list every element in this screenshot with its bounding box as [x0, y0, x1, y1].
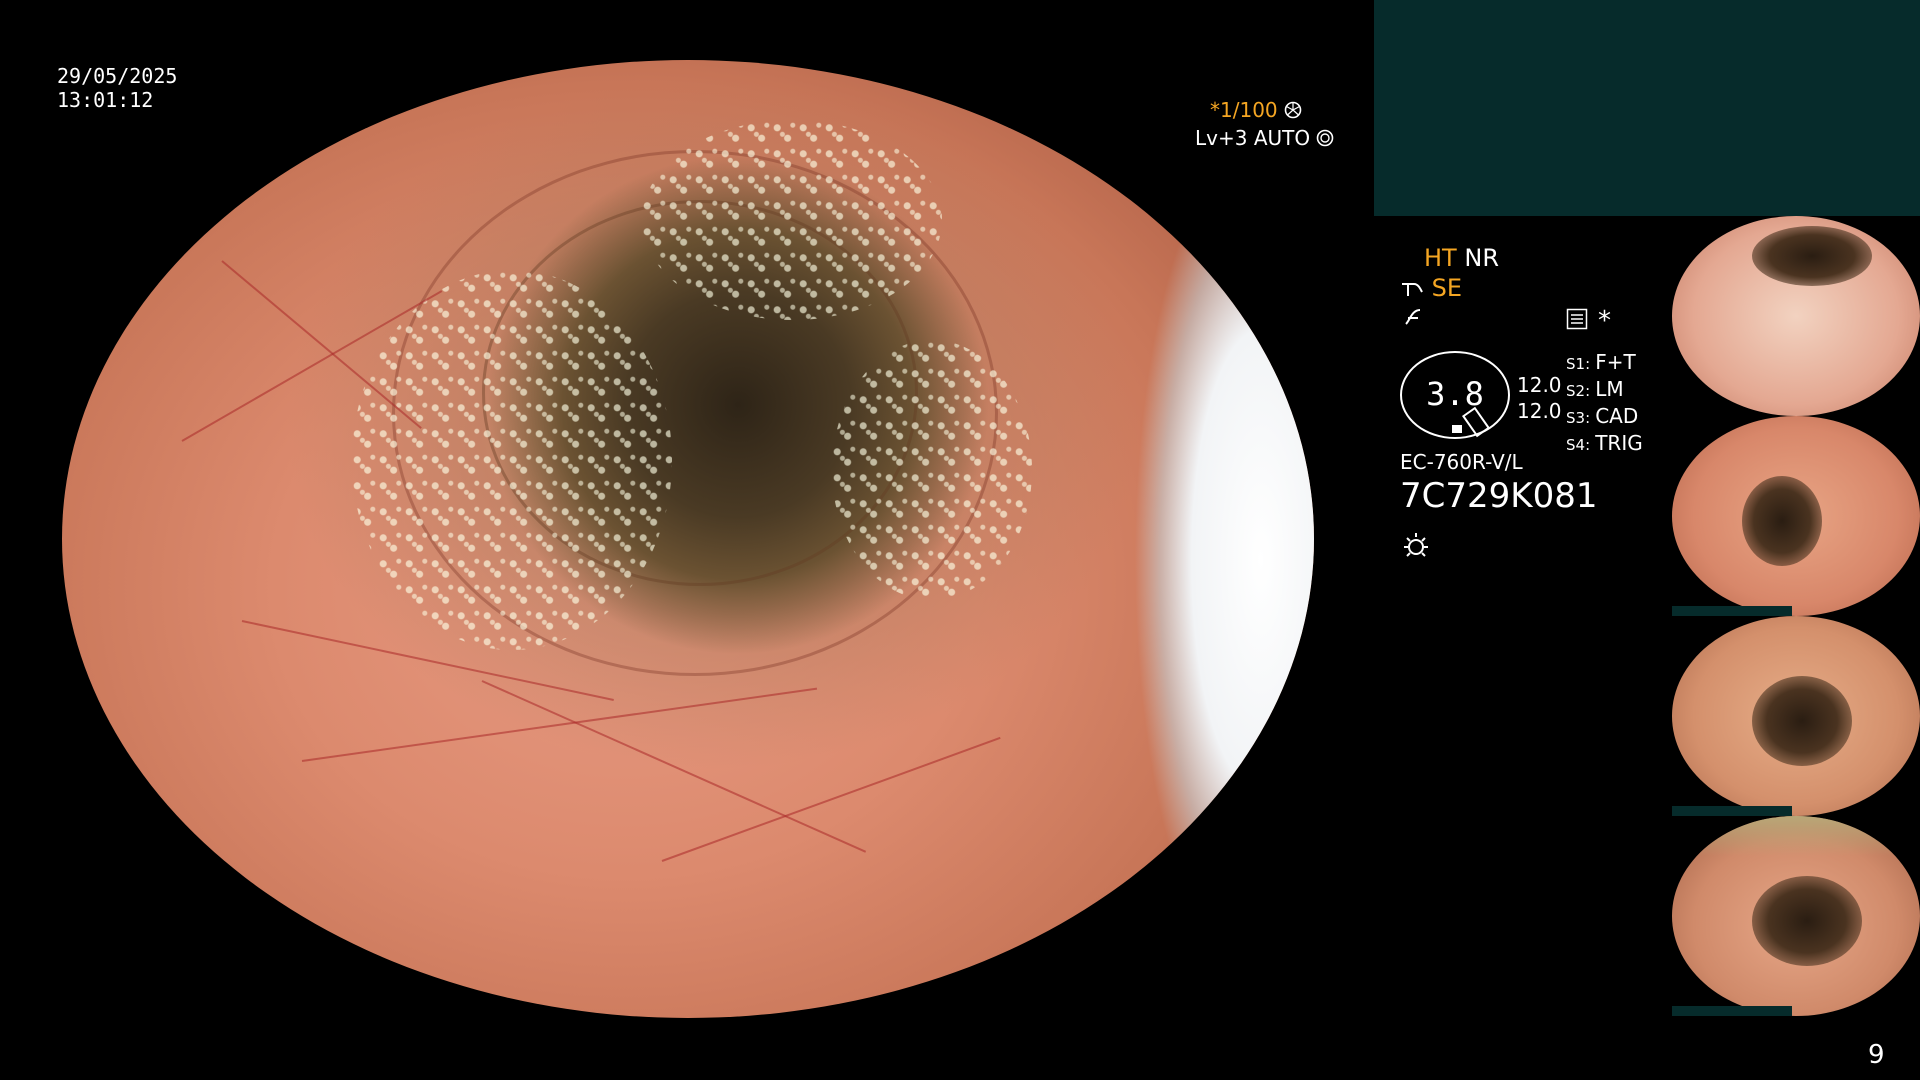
endoscope-main-view	[62, 60, 1314, 1018]
bubble-cluster	[352, 270, 672, 650]
switch-row: S3: CAD	[1566, 404, 1639, 428]
ht-label: HT	[1424, 244, 1457, 272]
thumbnail-strip	[1672, 806, 1792, 816]
structure-enhance-icon	[1402, 283, 1423, 296]
thumbnail-image	[1672, 216, 1920, 416]
bubble-cluster	[642, 120, 942, 320]
time-text: 13:01:12	[57, 88, 154, 112]
ht-nr-indicator: HT NR	[1424, 244, 1499, 272]
switch-list: S1: F+T S2: LM S3: CAD S4: TRIG	[1566, 350, 1643, 458]
shutter-value: *1/100	[1210, 98, 1278, 122]
thumbnail-lumen	[1752, 876, 1862, 966]
scope-model: EC-760R-V/L	[1400, 450, 1523, 474]
vessel	[301, 687, 818, 762]
magnification-value: 3.8	[1426, 375, 1484, 413]
thumbnail-glare	[1672, 816, 1920, 856]
iris-value: Lv+3 AUTO	[1195, 126, 1311, 150]
light-glare	[1114, 180, 1314, 940]
focal-values: 12.0 12.0	[1517, 372, 1562, 424]
vessel	[661, 736, 1001, 862]
light-source-icon	[1404, 533, 1428, 557]
thumbnail-2[interactable]	[1672, 416, 1920, 616]
magnification-ring: 3.8	[1400, 351, 1510, 439]
view-crop-bottom	[0, 1018, 1370, 1080]
thumbnail-3[interactable]	[1672, 616, 1920, 816]
color-mode-icon	[1405, 309, 1421, 325]
thumbnail-strip	[1672, 606, 1792, 616]
info-panel-top	[1374, 0, 1920, 216]
thumbnail-lumen	[1752, 676, 1852, 766]
thumbnail-lumen	[1742, 476, 1822, 566]
page-number: 9	[1868, 1040, 1885, 1070]
timestamp: 29/05/2025 13:01:12	[57, 64, 177, 112]
thumbnail-image	[1672, 616, 1920, 816]
screen-layout-icon	[1566, 308, 1588, 330]
nr-label: NR	[1464, 244, 1499, 272]
thumbnail-lumen	[1752, 226, 1872, 286]
vessel	[481, 680, 867, 853]
switch-row: S2: LM	[1566, 377, 1624, 401]
switch-row: S1: F+T	[1566, 350, 1636, 374]
iris-readout: Lv+3 AUTO	[1195, 126, 1334, 150]
shutter-icon	[1284, 101, 1302, 119]
thumbnail-4[interactable]	[1672, 816, 1920, 1016]
se-indicator: SE	[1400, 274, 1462, 302]
se-label: SE	[1431, 274, 1463, 302]
scope-serial: 7C729K081	[1400, 476, 1598, 516]
ring-marker	[1452, 425, 1462, 433]
switch-row: S4: TRIG	[1566, 431, 1643, 455]
iris-icon	[1317, 129, 1334, 147]
thumbnail-1[interactable]	[1672, 216, 1920, 416]
focal-value-a: 12.0	[1517, 373, 1562, 397]
thumbnail-strip	[1672, 1006, 1792, 1016]
shutter-readout: *1/100	[1210, 98, 1302, 122]
focal-value-b: 12.0	[1517, 399, 1562, 423]
date-text: 29/05/2025	[57, 64, 178, 88]
asterisk-indicator: *	[1598, 306, 1611, 336]
thumbnail-image	[1672, 816, 1920, 1016]
bubble-cluster	[832, 340, 1032, 600]
thumbnail-image	[1672, 416, 1920, 616]
view-crop-top	[0, 0, 1370, 60]
